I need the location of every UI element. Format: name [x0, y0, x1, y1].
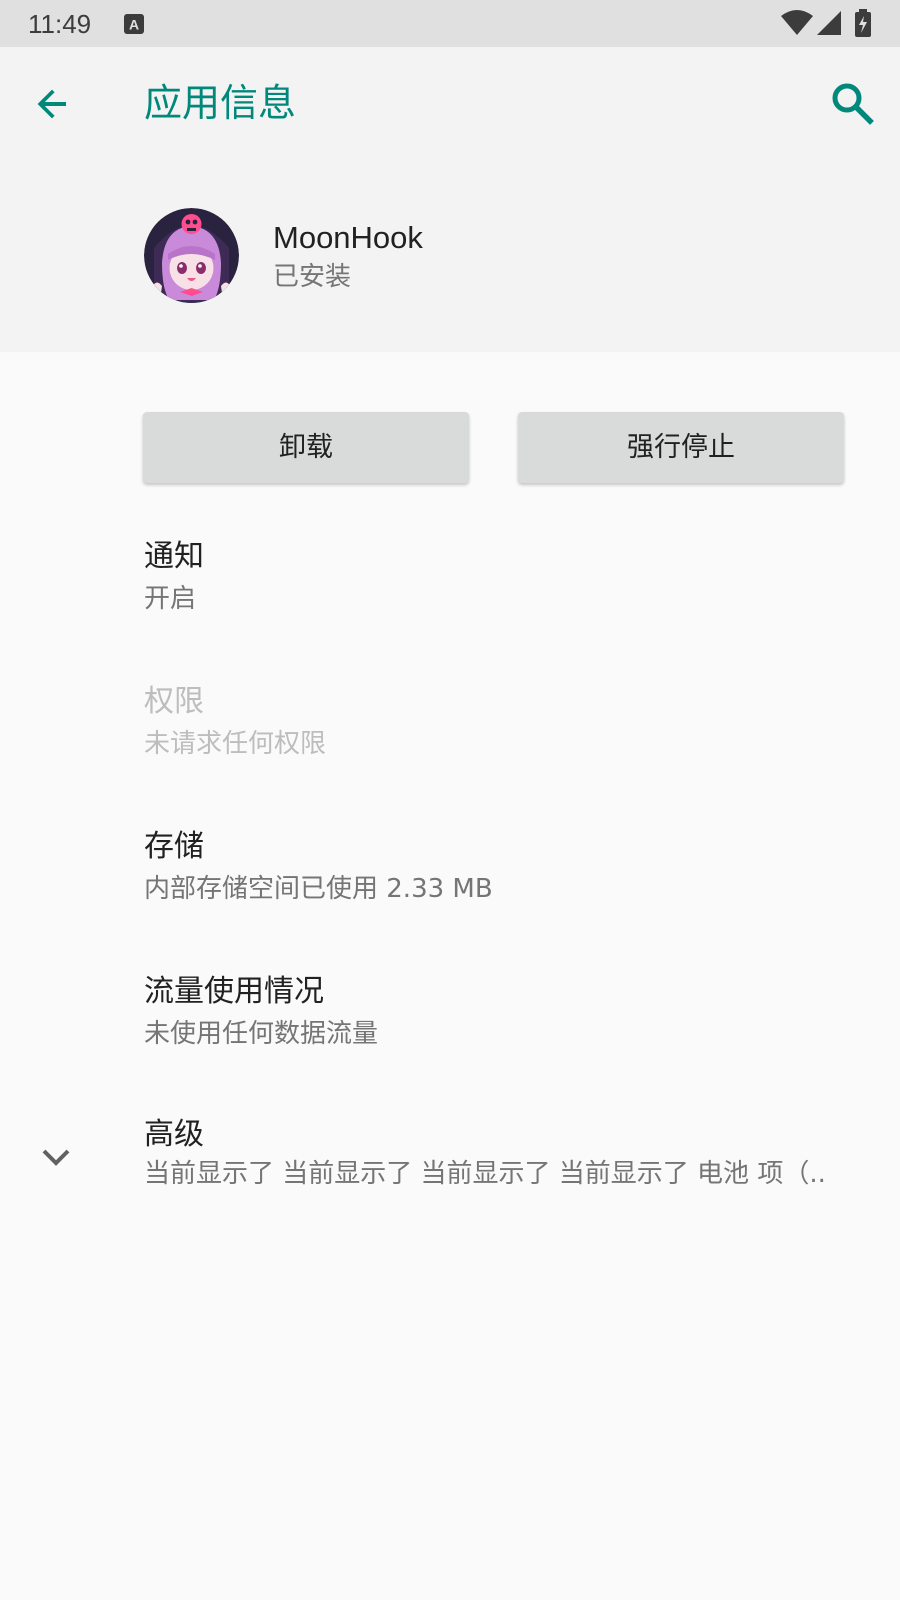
toolbar: 应用信息	[0, 47, 900, 159]
pref-permissions: 权限 未请求任何权限	[0, 665, 900, 785]
svg-text:A: A	[129, 17, 139, 33]
app-name: MoonHook	[273, 220, 423, 255]
arrow-back-icon[interactable]	[28, 80, 76, 128]
pref-data-usage[interactable]: 流量使用情况 未使用任何数据流量	[0, 955, 900, 1075]
uninstall-button[interactable]: 卸载	[143, 412, 469, 483]
pref-summary: 开启	[144, 584, 197, 614]
pref-advanced[interactable]: 高级 当前显示了 当前显示了 当前显示了 当前显示了 电池 项（..	[0, 1098, 900, 1218]
chevron-down-icon[interactable]	[38, 1140, 74, 1176]
status-time: 11:49	[28, 9, 92, 39]
app-avatar-icon	[144, 208, 239, 303]
pref-title: 高级	[144, 1117, 204, 1152]
pref-summary: 内部存储空间已使用 2.33 MB	[144, 874, 493, 904]
battery-charging-icon	[855, 9, 871, 37]
pref-title: 存储	[144, 829, 204, 864]
pref-notifications[interactable]: 通知 开启	[0, 520, 900, 640]
app-install-status: 已安装	[273, 262, 352, 292]
pref-summary: 未请求任何权限	[144, 729, 327, 759]
pref-storage[interactable]: 存储 内部存储空间已使用 2.33 MB	[0, 810, 900, 930]
pref-title: 权限	[144, 684, 204, 719]
force-stop-button[interactable]: 强行停止	[518, 412, 844, 483]
wifi-icon	[781, 10, 813, 35]
page-title: 应用信息	[144, 81, 297, 125]
status-bar: 11:49 A	[0, 0, 900, 47]
a-letter-icon: A	[124, 14, 144, 34]
pref-summary: 当前显示了 当前显示了 当前显示了 当前显示了 电池 项（..	[144, 1159, 826, 1189]
pref-title: 通知	[144, 539, 204, 574]
signal-icon	[817, 11, 841, 35]
pref-title: 流量使用情况	[144, 974, 324, 1009]
pref-summary: 未使用任何数据流量	[144, 1019, 379, 1049]
search-icon[interactable]	[826, 77, 878, 129]
